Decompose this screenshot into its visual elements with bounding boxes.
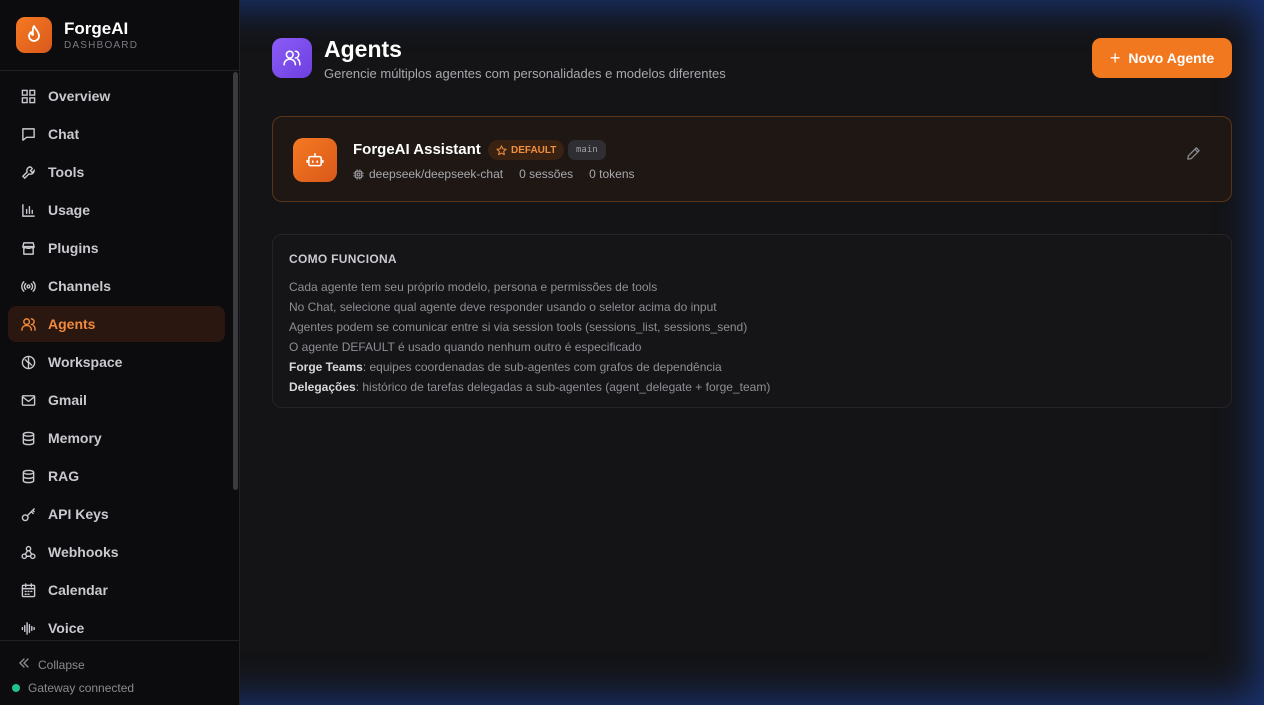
sidebar-item-label: Memory xyxy=(48,430,102,446)
sidebar-item-label: Agents xyxy=(48,316,96,332)
how-line: Cada agente tem seu próprio modelo, pers… xyxy=(289,280,658,294)
plus-icon: + xyxy=(1109,48,1121,68)
agent-tokens: 0 tokens xyxy=(589,167,635,181)
brand-title: ForgeAI xyxy=(64,18,129,38)
sidebar: ForgeAI DASHBOARD Overview Chat Tools Us… xyxy=(0,0,240,705)
sidebar-item-rag[interactable]: RAG xyxy=(8,458,225,494)
sidebar-item-overview[interactable]: Overview xyxy=(8,78,225,114)
sidebar-item-memory[interactable]: Memory xyxy=(8,420,225,456)
bar-chart-icon xyxy=(20,202,36,218)
sidebar-item-usage[interactable]: Usage xyxy=(8,192,225,228)
teams-label: Forge Teams xyxy=(289,360,363,374)
brand-subtitle: DASHBOARD xyxy=(64,39,139,51)
sidebar-item-label: Channels xyxy=(48,278,112,294)
how-line: Agentes podem se comunicar entre si via … xyxy=(289,320,748,334)
chat-icon xyxy=(20,126,36,142)
how-line-delegations: Delegações: histórico de tarefas delegad… xyxy=(289,377,1215,397)
teams-text: : equipes coordenadas de sub-agentes com… xyxy=(362,360,722,374)
sidebar-nav: Overview Chat Tools Usage Plugins Channe… xyxy=(8,78,225,648)
users-icon xyxy=(20,316,36,332)
sidebar-footer: Collapse Gateway connected xyxy=(0,640,240,705)
new-agent-label: Novo Agente xyxy=(1128,50,1215,66)
sidebar-item-label: RAG xyxy=(48,468,80,484)
sidebar-item-agents[interactable]: Agents xyxy=(8,306,225,342)
grid-icon xyxy=(20,88,36,104)
brain-icon xyxy=(20,354,36,370)
sidebar-item-webhooks[interactable]: Webhooks xyxy=(8,534,225,570)
wrench-icon xyxy=(20,164,36,180)
gateway-status: Gateway connected xyxy=(12,681,134,695)
agent-card[interactable]: ForgeAI Assistant DEFAULT main deepseek/… xyxy=(272,116,1232,202)
sidebar-item-label: Gmail xyxy=(48,392,87,408)
main-content: Agents Gerencie múltiplos agentes com pe… xyxy=(240,0,1264,705)
collapse-button[interactable]: Collapse xyxy=(18,657,85,672)
sidebar-item-workspace[interactable]: Workspace xyxy=(8,344,225,380)
webhook-icon xyxy=(20,544,36,560)
sidebar-item-api-keys[interactable]: API Keys xyxy=(8,496,225,532)
sidebar-item-label: Tools xyxy=(48,164,85,180)
agent-model: deepseek/deepseek-chat xyxy=(369,167,504,181)
sidebar-item-chat[interactable]: Chat xyxy=(8,116,225,152)
flame-icon xyxy=(16,17,52,53)
sidebar-item-label: Workspace xyxy=(48,354,123,370)
store-icon xyxy=(20,240,36,256)
sidebar-item-label: Chat xyxy=(48,126,80,142)
sidebar-item-plugins[interactable]: Plugins xyxy=(8,230,225,266)
delegations-label: Delegações xyxy=(289,380,356,394)
delegations-text: : histórico de tarefas delegadas a sub-a… xyxy=(355,380,771,394)
how-line-teams: Forge Teams: equipes coordenadas de sub-… xyxy=(289,357,1215,377)
broadcast-icon xyxy=(20,278,36,294)
database-icon xyxy=(20,430,36,446)
audio-wave-icon xyxy=(20,620,36,636)
pencil-icon[interactable] xyxy=(1186,146,1201,166)
key-icon xyxy=(20,506,36,522)
default-badge-label: DEFAULT xyxy=(511,144,557,156)
cpu-icon xyxy=(353,168,364,180)
mail-icon xyxy=(20,392,36,408)
sidebar-item-calendar[interactable]: Calendar xyxy=(8,572,225,608)
how-line: O agente DEFAULT é usado quando nenhum o… xyxy=(289,340,642,354)
sidebar-item-label: Plugins xyxy=(48,240,99,256)
default-badge: DEFAULT xyxy=(488,140,565,160)
agent-id-badge: main xyxy=(568,140,606,160)
sidebar-item-label: API Keys xyxy=(48,506,109,522)
sidebar-item-label: Calendar xyxy=(48,582,108,598)
star-icon xyxy=(496,144,507,156)
brand: ForgeAI DASHBOARD xyxy=(0,0,239,71)
bot-icon xyxy=(293,138,337,182)
agent-name: ForgeAI Assistant xyxy=(353,141,481,158)
sidebar-item-channels[interactable]: Channels xyxy=(8,268,225,304)
sidebar-scrollbar[interactable] xyxy=(233,72,238,490)
new-agent-button[interactable]: + Novo Agente xyxy=(1092,38,1232,78)
sidebar-item-label: Webhooks xyxy=(48,544,119,560)
sidebar-item-tools[interactable]: Tools xyxy=(8,154,225,190)
database-icon xyxy=(20,468,36,484)
sidebar-item-gmail[interactable]: Gmail xyxy=(8,382,225,418)
sidebar-item-label: Voice xyxy=(48,620,85,636)
users-icon xyxy=(272,38,312,78)
how-line: No Chat, selecione qual agente deve resp… xyxy=(289,300,717,314)
agent-sessions: 0 sessões xyxy=(519,167,574,181)
how-it-works-card: COMO FUNCIONA Cada agente tem seu própri… xyxy=(272,234,1232,408)
app-window: ForgeAI DASHBOARD Overview Chat Tools Us… xyxy=(0,0,1264,705)
gateway-status-label: Gateway connected xyxy=(28,681,135,695)
status-dot-icon xyxy=(12,684,20,692)
calendar-icon xyxy=(20,582,36,598)
sidebar-item-label: Overview xyxy=(48,88,111,104)
page-title: Agents xyxy=(324,36,402,62)
agent-meta: deepseek/deepseek-chat 0 sessões 0 token… xyxy=(353,167,651,181)
how-title: COMO FUNCIONA xyxy=(289,252,397,266)
sidebar-item-label: Usage xyxy=(48,202,91,218)
collapse-label: Collapse xyxy=(38,657,85,672)
chevrons-left-icon xyxy=(18,657,30,672)
page-subtitle: Gerencie múltiplos agentes com personali… xyxy=(324,66,726,81)
